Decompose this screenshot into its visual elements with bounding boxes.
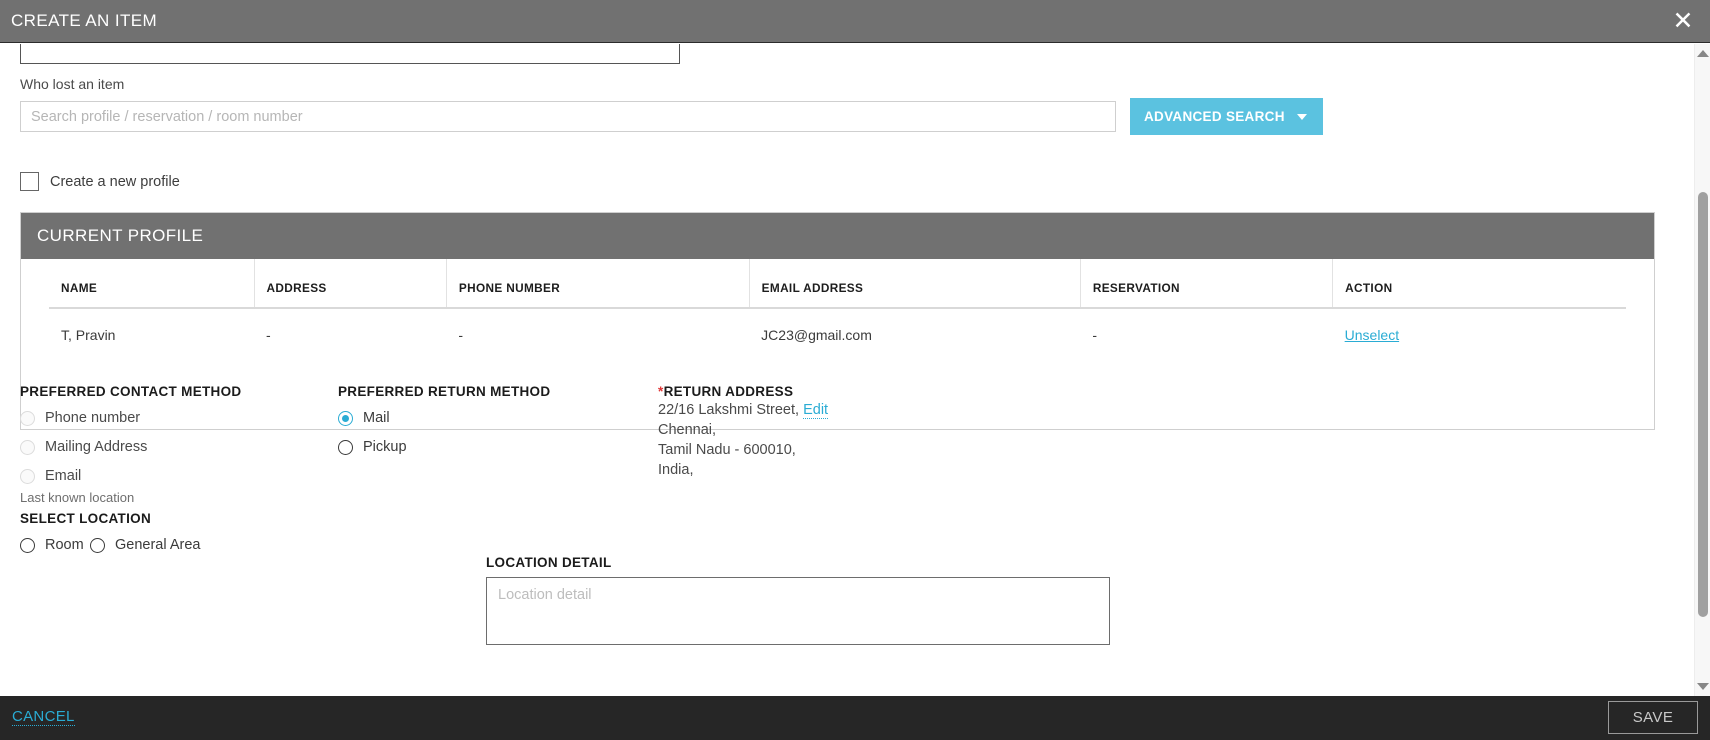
return-option-pickup-label: Pickup [363,439,407,455]
create-new-profile-row[interactable]: Create a new profile [20,172,180,191]
modal-body: Who lost an item ADVANCED SEARCH Create … [0,44,1710,696]
unselect-link[interactable]: Unselect [1345,327,1399,343]
contact-option-mailing-address-label: Mailing Address [45,439,148,455]
column-header-reservation: RESERVATION [1080,259,1334,309]
table-header-row: NAME ADDRESS PHONE NUMBER EMAIL ADDRESS … [49,259,1626,309]
scroll-up-arrow-icon[interactable] [1695,45,1710,62]
contact-option-mailing-address[interactable]: Mailing Address [20,439,147,455]
radio-mailing-address[interactable] [20,439,35,455]
vertical-scrollbar[interactable] [1694,44,1710,696]
cell-phone-number: - [458,327,464,343]
location-option-room-label: Room [45,537,84,553]
current-profile-panel: CURRENT PROFILE NAME ADDRESS PHONE NUMBE… [20,212,1655,430]
return-address-line-2: Chennai, [658,422,717,438]
cell-reservation: - [1092,327,1097,343]
modal-footer: CANCEL SAVE [0,696,1710,740]
location-option-general-area[interactable]: General Area [90,537,200,553]
location-detail-title: LOCATION DETAIL [486,555,612,570]
return-option-pickup[interactable]: Pickup [338,439,407,455]
modal-content: Who lost an item ADVANCED SEARCH Create … [0,44,1694,696]
return-option-mail-label: Mail [363,410,390,426]
return-address-line-3: Tamil Nadu - 600010, [658,442,796,458]
return-address-title: *RETURN ADDRESS [658,384,793,399]
return-address-title-text: RETURN ADDRESS [663,384,794,399]
cell-name: T, Pravin [61,327,116,343]
search-profile-input[interactable] [20,101,1116,132]
create-item-modal: CREATE AN ITEM ✕ Who lost an item ADVANC… [0,0,1710,740]
return-address-line-4: India, [658,462,694,478]
last-known-location-hint: Last known location [20,490,135,505]
scrollbar-thumb[interactable] [1698,192,1708,617]
location-detail-textarea[interactable] [486,577,1110,645]
current-profile-body: NAME ADDRESS PHONE NUMBER EMAIL ADDRESS … [21,259,1654,429]
cell-address: - [266,327,271,343]
create-new-profile-checkbox[interactable] [20,172,39,191]
column-header-address: ADDRESS [254,259,447,309]
edit-return-address-link[interactable]: Edit [803,402,829,419]
who-lost-item-label: Who lost an item [20,76,125,92]
radio-mail[interactable] [338,410,353,426]
select-location-title: SELECT LOCATION [20,511,151,526]
modal-titlebar: CREATE AN ITEM ✕ [0,0,1710,43]
close-icon[interactable]: ✕ [1668,6,1698,36]
advanced-search-button[interactable]: ADVANCED SEARCH [1130,98,1323,135]
contact-option-email-label: Email [45,468,82,484]
contact-option-phone-number-label: Phone number [45,410,141,426]
contact-option-email[interactable]: Email [20,468,81,484]
save-button[interactable]: SAVE [1608,701,1698,734]
page-title: CREATE AN ITEM [11,11,158,30]
column-header-email-address: EMAIL ADDRESS [749,259,1081,309]
return-address-line-1-row: 22/16 Lakshmi Street, Edit [658,402,829,419]
radio-email[interactable] [20,468,35,484]
current-profile-table: NAME ADDRESS PHONE NUMBER EMAIL ADDRESS … [49,259,1626,343]
radio-phone-number[interactable] [20,410,35,426]
table-row: T, Pravin - - JC23@gmail.com - Unselect [49,308,1626,343]
location-option-general-area-label: General Area [115,537,201,553]
create-new-profile-label: Create a new profile [50,173,180,190]
radio-pickup[interactable] [338,439,353,455]
cell-email-address: JC23@gmail.com [761,327,872,343]
cancel-button[interactable]: CANCEL [12,708,75,726]
return-option-mail[interactable]: Mail [338,410,390,426]
scroll-down-arrow-icon[interactable] [1695,678,1710,695]
item-description-input[interactable] [20,44,680,64]
radio-general-area[interactable] [90,537,105,553]
chevron-down-icon [1296,113,1307,120]
column-header-name: NAME [49,259,255,309]
column-header-phone-number: PHONE NUMBER [446,259,750,309]
column-header-action: ACTION [1332,259,1626,309]
return-address-line-1: 22/16 Lakshmi Street, [658,402,800,418]
preferred-return-method-title: PREFERRED RETURN METHOD [338,384,551,399]
preferred-contact-method-title: PREFERRED CONTACT METHOD [20,384,242,399]
contact-option-phone-number[interactable]: Phone number [20,410,140,426]
current-profile-title: CURRENT PROFILE [21,213,1654,259]
advanced-search-label: ADVANCED SEARCH [1144,109,1285,124]
radio-room[interactable] [20,537,35,553]
location-option-room[interactable]: Room [20,537,84,553]
